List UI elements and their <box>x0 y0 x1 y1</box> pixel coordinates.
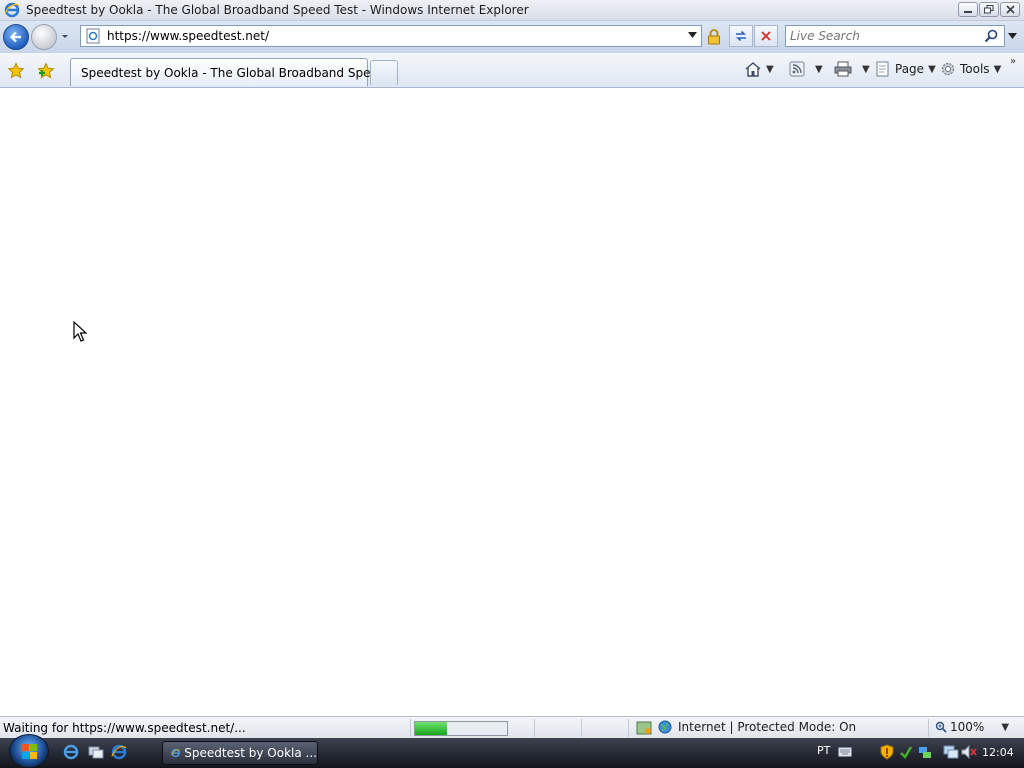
title-bar: Speedtest by Ookla - The Global Broadban… <box>0 0 1024 21</box>
refresh-button[interactable] <box>729 25 753 47</box>
tools-menu-label: Tools <box>960 62 990 76</box>
close-window-button[interactable] <box>1000 2 1020 17</box>
window-title: Speedtest by Ookla - The Global Broadban… <box>26 3 529 17</box>
stop-icon <box>761 31 771 41</box>
ie-taskbar-icon <box>171 748 181 758</box>
zoom-control[interactable]: 100% ▼ <box>935 720 1009 734</box>
page-menu-label: Page <box>895 62 925 76</box>
zoom-magnifier-icon <box>935 721 947 733</box>
back-button[interactable] <box>3 24 29 50</box>
loading-progress-bar <box>414 721 508 736</box>
home-dropdown-icon[interactable]: ▼ <box>766 64 774 75</box>
page-icon <box>876 61 889 77</box>
add-favorites-icon[interactable] <box>37 62 55 80</box>
globe-icon <box>658 720 672 734</box>
favorites-star-icon[interactable] <box>7 62 25 80</box>
search-icon[interactable] <box>984 29 998 43</box>
feeds-button[interactable]: ▼ <box>789 61 823 77</box>
home-icon <box>745 62 761 77</box>
security-lock-icon[interactable] <box>704 27 724 47</box>
restore-button[interactable] <box>979 2 999 17</box>
language-indicator[interactable]: PT <box>817 744 830 757</box>
search-input[interactable] <box>790 29 980 43</box>
search-box[interactable] <box>785 25 1005 47</box>
network-icon[interactable] <box>943 745 959 759</box>
security-shield-icon[interactable] <box>880 744 894 760</box>
tab-label: Speedtest by Ookla - The Global Broadban… <box>81 65 390 80</box>
keyboard-icon[interactable] <box>838 747 852 757</box>
address-url[interactable]: https://www.speedtest.net/ <box>107 29 269 43</box>
status-bar: Waiting for https://www.speedtest.net/..… <box>0 716 1024 738</box>
minimize-button[interactable] <box>958 2 978 17</box>
start-button[interactable] <box>9 734 49 768</box>
page-icon <box>86 28 100 44</box>
zone-text: Internet | Protected Mode: On <box>678 720 857 734</box>
printer-icon <box>834 61 852 77</box>
page-dropdown-icon: ▼ <box>928 63 936 75</box>
mouse-cursor-icon <box>73 321 87 342</box>
quicklaunch-ie-icon[interactable] <box>63 744 79 760</box>
tab-command-bar: Speedtest by Ookla - The Global Broadban… <box>0 53 1024 88</box>
clock[interactable]: 12:04 <box>982 746 1014 759</box>
feeds-icon <box>789 61 805 77</box>
progress-fill <box>415 722 448 735</box>
security-zone[interactable]: Internet | Protected Mode: On <box>658 720 856 734</box>
refresh-icon <box>736 30 746 42</box>
address-bar[interactable]: https://www.speedtest.net/ <box>80 25 702 47</box>
print-dropdown-icon[interactable]: ▼ <box>862 64 870 75</box>
page-menu-button[interactable]: Page ▼ <box>875 61 936 77</box>
taskbar <box>0 738 1024 768</box>
ie-logo-icon <box>4 2 20 18</box>
address-dropdown-icon[interactable] <box>688 32 697 38</box>
tab-speedtest[interactable]: Speedtest by Ookla - The Global Broadban… <box>70 58 389 86</box>
new-tab-button[interactable] <box>370 60 398 85</box>
back-arrow-icon <box>9 31 21 43</box>
stop-button[interactable] <box>754 25 778 47</box>
feeds-dropdown-icon[interactable]: ▼ <box>815 64 823 75</box>
volume-muted-icon[interactable] <box>961 745 977 759</box>
minimize-icon <box>964 10 972 13</box>
close-icon <box>1005 5 1015 14</box>
network-status-icon[interactable] <box>918 744 932 760</box>
print-button[interactable]: ▼ <box>834 61 870 77</box>
search-options-dropdown-icon[interactable] <box>1008 33 1017 39</box>
more-commands-chevron-icon[interactable]: » <box>1010 56 1016 67</box>
zoom-dropdown-icon: ▼ <box>1001 721 1010 733</box>
system-tray <box>880 744 932 760</box>
navigation-bar: https://www.speedtest.net/ <box>0 21 1024 53</box>
windows-logo-icon <box>22 744 37 759</box>
popup-blocker-icon[interactable] <box>636 721 652 735</box>
home-button[interactable]: ▼ <box>744 61 774 77</box>
zoom-level: 100% <box>950 720 985 734</box>
tools-menu-button[interactable]: Tools ▼ <box>940 61 1001 77</box>
checkmark-icon[interactable] <box>899 744 913 760</box>
recent-pages-dropdown-icon[interactable] <box>60 31 70 41</box>
status-text: Waiting for https://www.speedtest.net/..… <box>3 721 246 735</box>
quicklaunch-browser-icon[interactable] <box>111 744 127 760</box>
taskbar-speedtest-button[interactable]: Speedtest by Ookla ... <box>162 741 318 765</box>
gear-icon <box>941 62 955 76</box>
forward-button[interactable] <box>31 24 57 50</box>
page-content-area[interactable] <box>0 89 1024 716</box>
tools-dropdown-icon: ▼ <box>993 63 1002 75</box>
restore-icon <box>984 5 994 14</box>
taskbar-button-label: Speedtest by Ookla ... <box>184 746 317 760</box>
show-desktop-icon[interactable] <box>88 744 104 760</box>
